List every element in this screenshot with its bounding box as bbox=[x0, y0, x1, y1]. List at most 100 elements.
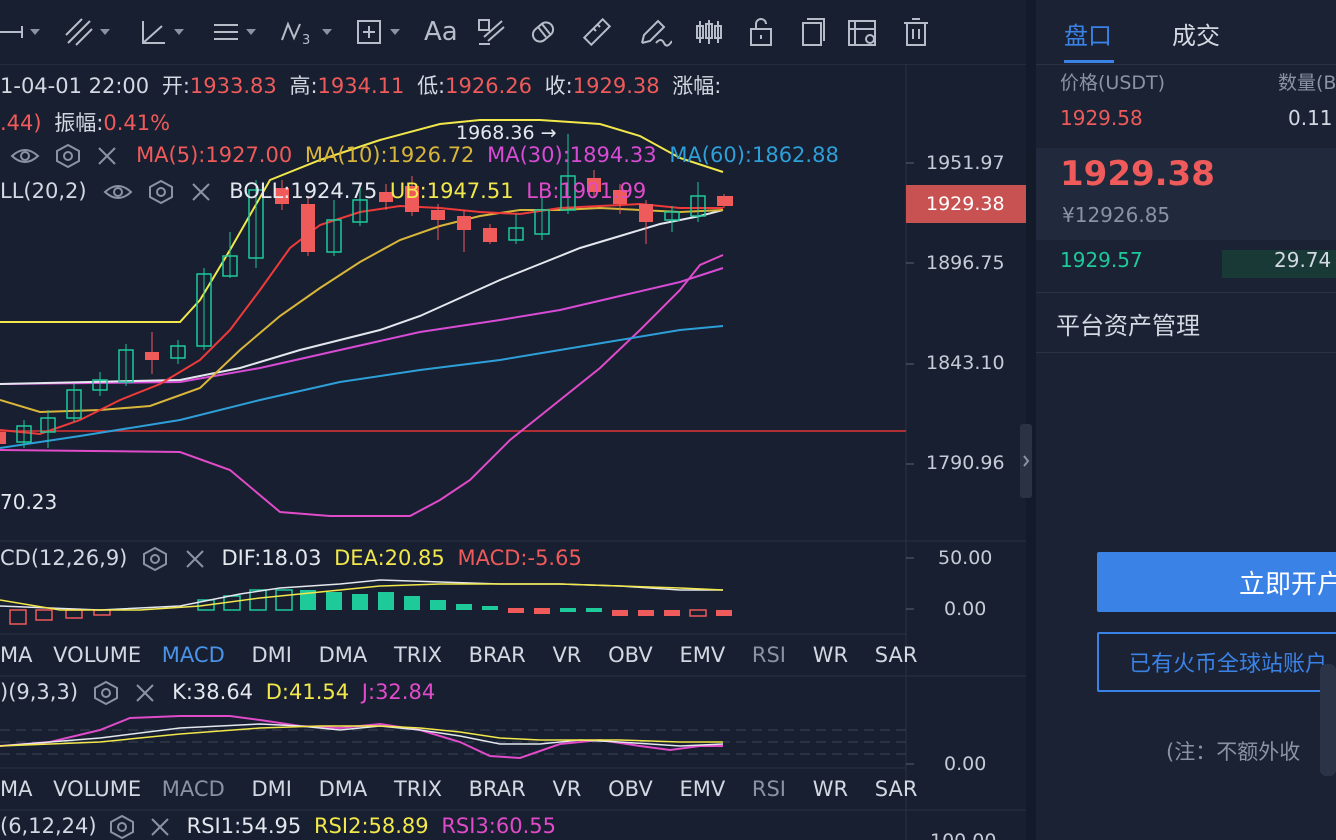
last-price: 1929.38 bbox=[1060, 154, 1215, 194]
chevron-right-icon bbox=[1023, 455, 1030, 467]
macd-legend: CD(12,26,9) DIF:18.03 DEA:20.85 MACD:-5.… bbox=[0, 546, 582, 572]
ma30-value: MA(30):1894.33 bbox=[487, 143, 657, 167]
settings-icon[interactable] bbox=[91, 680, 121, 706]
high-label: 高: bbox=[289, 74, 318, 98]
tab-obv[interactable]: OBV bbox=[608, 777, 653, 801]
tab-macd[interactable]: MACD bbox=[162, 777, 225, 801]
ohlc-info-2: .44) 振幅:0.41% bbox=[0, 107, 170, 137]
eye-icon[interactable] bbox=[103, 180, 133, 204]
ask-price[interactable]: 1929.58 bbox=[1060, 106, 1143, 130]
tab-rsi[interactable]: RSI bbox=[752, 777, 786, 801]
tab-dmi[interactable]: DMI bbox=[251, 643, 291, 667]
tab-ma[interactable]: MA bbox=[0, 643, 32, 667]
tab-brar[interactable]: BRAR bbox=[469, 777, 526, 801]
ma30-line bbox=[0, 267, 724, 385]
j-value: J:32.84 bbox=[361, 680, 436, 704]
kdj-tick: 0.00 bbox=[944, 753, 987, 775]
change-value: .44) bbox=[0, 111, 42, 135]
high-marker: 1968.36 → bbox=[456, 122, 557, 144]
close-icon[interactable] bbox=[95, 144, 121, 168]
tab-trix[interactable]: TRIX bbox=[394, 777, 442, 801]
price-tick: 1951.97 bbox=[926, 152, 1005, 174]
boll-lower-line bbox=[0, 254, 724, 517]
tab-vr[interactable]: VR bbox=[552, 777, 581, 801]
tab-volume[interactable]: VOLUME bbox=[53, 777, 141, 801]
close-icon[interactable] bbox=[189, 180, 215, 204]
macd-value: MACD:-5.65 bbox=[457, 546, 582, 570]
ma-legend: MA(5):1927.00 MA(10):1926.72 MA(30):1894… bbox=[10, 143, 839, 169]
tab-trades[interactable]: 成交 bbox=[1172, 16, 1220, 51]
tab-order-book[interactable]: 盘口 bbox=[1064, 16, 1112, 51]
price-tick: 1896.75 bbox=[926, 252, 1005, 274]
fee-note: (注：不额外收 bbox=[1166, 740, 1301, 764]
rsi-legend: (6,12,24) RSI1:54.95 RSI2:58.89 RSI3:60.… bbox=[0, 814, 556, 840]
tab-emv[interactable]: EMV bbox=[679, 777, 725, 801]
scroll-widget[interactable] bbox=[1320, 664, 1336, 776]
boll-legend: LL(20,2) BOLL:1924.75 UB:1947.51 LB:1901… bbox=[0, 179, 646, 205]
open-label: 开: bbox=[161, 74, 190, 98]
tab-dmi[interactable]: DMI bbox=[251, 777, 291, 801]
rsi2-value: RSI2:58.89 bbox=[313, 814, 429, 838]
low-label: 低: bbox=[417, 74, 446, 98]
settings-icon[interactable] bbox=[53, 143, 83, 169]
open-account-button[interactable]: 立即开户 bbox=[1097, 552, 1336, 612]
existing-account-button[interactable]: 已有火币全球站账户 bbox=[1097, 632, 1336, 692]
ma60-value: MA(60):1862.88 bbox=[669, 143, 839, 167]
close-icon[interactable] bbox=[133, 681, 159, 705]
tab-rsi[interactable]: RSI bbox=[752, 643, 786, 667]
price-tick: 1843.10 bbox=[926, 352, 1005, 374]
close-icon[interactable] bbox=[148, 815, 174, 839]
ma5-value: MA(5):1927.00 bbox=[136, 143, 293, 167]
tab-brar[interactable]: BRAR bbox=[469, 643, 526, 667]
boll-name: LL(20,2) bbox=[0, 179, 87, 203]
settings-icon[interactable] bbox=[140, 546, 170, 572]
close-label: 收: bbox=[544, 74, 573, 98]
high-value: 1934.11 bbox=[317, 74, 405, 98]
dea-value: DEA:20.85 bbox=[334, 546, 445, 570]
active-tab-indicator bbox=[1064, 60, 1114, 63]
tab-sar[interactable]: SAR bbox=[875, 643, 918, 667]
close-value: 1929.38 bbox=[572, 74, 660, 98]
tab-dma[interactable]: DMA bbox=[319, 777, 368, 801]
kdj-legend: )(9,3,3) K:38.64 D:41.54 J:32.84 bbox=[0, 680, 435, 706]
macd-name: CD(12,26,9) bbox=[0, 546, 128, 570]
tab-sar[interactable]: SAR bbox=[875, 777, 918, 801]
chart-area[interactable]: 3 Aa 1-04-01 22:00 开:1933.83 高:1934.11 低… bbox=[0, 0, 1026, 840]
ohlc-info: 1-04-01 22:00 开:1933.83 高:1934.11 低:1926… bbox=[0, 70, 721, 100]
bar-date: 1-04-01 22:00 bbox=[0, 74, 150, 98]
tab-obv[interactable]: OBV bbox=[608, 643, 653, 667]
low-marker: 70.23 bbox=[0, 490, 58, 514]
settings-icon[interactable] bbox=[107, 814, 137, 840]
macd-histogram bbox=[9, 589, 732, 625]
price-tick: 1790.96 bbox=[926, 452, 1005, 474]
panel-collapse-handle[interactable] bbox=[1020, 424, 1032, 498]
tab-wr[interactable]: WR bbox=[813, 777, 848, 801]
tab-trix[interactable]: TRIX bbox=[394, 643, 442, 667]
tab-macd[interactable]: MACD bbox=[162, 643, 225, 667]
tab-volume[interactable]: VOLUME bbox=[53, 643, 141, 667]
divider bbox=[1036, 292, 1336, 293]
indicator-tabs-upper: MA VOLUME MACD DMI DMA TRIX BRAR VR OBV … bbox=[0, 643, 917, 667]
settings-icon[interactable] bbox=[146, 179, 176, 205]
bid-price[interactable]: 1929.57 bbox=[1060, 248, 1143, 272]
col-price-header: 价格(USDT) bbox=[1060, 72, 1166, 94]
change-label: 涨幅: bbox=[672, 74, 722, 98]
tab-dma[interactable]: DMA bbox=[319, 643, 368, 667]
last-price-cny: ¥12926.85 bbox=[1062, 203, 1171, 227]
amplitude-value: 0.41% bbox=[103, 111, 171, 135]
low-value: 1926.26 bbox=[445, 74, 532, 98]
rsi-name: (6,12,24) bbox=[0, 814, 97, 838]
divider bbox=[1036, 352, 1336, 353]
macd-tick: 50.00 bbox=[938, 547, 993, 569]
tab-vr[interactable]: VR bbox=[552, 643, 581, 667]
boll-mid-value: BOLL:1924.75 bbox=[229, 179, 378, 203]
bid-qty: 29.74 bbox=[1274, 248, 1332, 272]
macd-tick: 0.00 bbox=[944, 598, 987, 620]
order-book-panel: 盘口 成交 价格(USDT) 数量(B 1929.58 0.11 1929.38… bbox=[1036, 0, 1336, 840]
eye-icon[interactable] bbox=[10, 144, 40, 168]
tab-ma[interactable]: MA bbox=[0, 777, 32, 801]
tab-wr[interactable]: WR bbox=[813, 643, 848, 667]
open-value: 1933.83 bbox=[189, 74, 277, 98]
tab-emv[interactable]: EMV bbox=[679, 643, 725, 667]
close-icon[interactable] bbox=[183, 547, 209, 571]
